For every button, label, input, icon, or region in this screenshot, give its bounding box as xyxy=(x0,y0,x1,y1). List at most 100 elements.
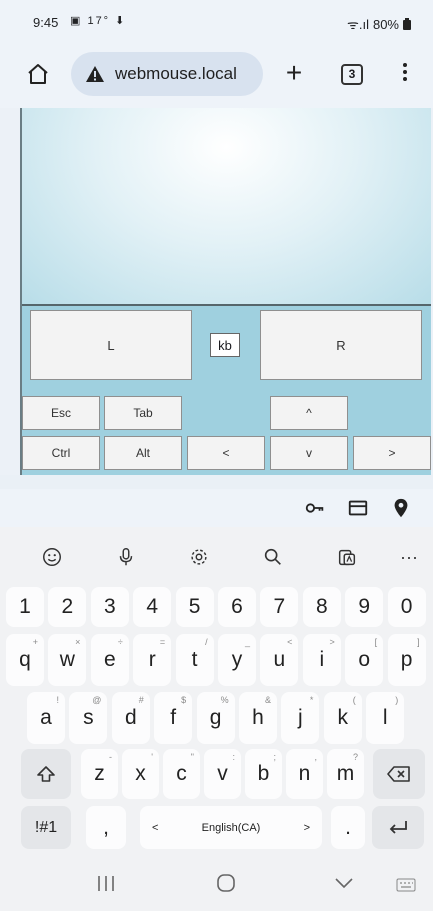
warning-icon[interactable] xyxy=(85,65,105,83)
key-label: o xyxy=(358,648,371,671)
home-nav-icon[interactable] xyxy=(216,873,236,893)
alt-key[interactable]: Alt xyxy=(104,436,182,470)
space-right-arrow: > xyxy=(303,821,310,834)
key-r[interactable]: r = xyxy=(133,634,172,686)
microphone-icon[interactable] xyxy=(113,544,139,570)
key-c[interactable]: c " xyxy=(163,749,200,799)
key-n[interactable]: n, xyxy=(286,749,323,799)
key-hint: _ xyxy=(244,637,250,647)
key-d[interactable]: d # xyxy=(111,692,150,744)
key-k[interactable]: k( xyxy=(323,692,362,744)
key-hint: ÷ xyxy=(117,637,123,647)
clipboard-translate-icon[interactable] xyxy=(334,544,360,570)
key-z[interactable]: z- xyxy=(81,749,118,799)
shift-key[interactable] xyxy=(21,749,71,799)
tab-key[interactable]: Tab xyxy=(104,396,182,430)
key-i[interactable]: i > xyxy=(302,634,341,686)
key-3[interactable]: 3 xyxy=(90,587,129,627)
key-p[interactable]: p] xyxy=(387,634,426,686)
more-options-icon[interactable]: ··· xyxy=(396,544,422,570)
key-8[interactable]: 8 xyxy=(302,587,341,627)
right-arrow-key[interactable]: > xyxy=(353,436,431,470)
key-icon[interactable] xyxy=(304,497,326,519)
notification-icons: ▣ 17° ⬇ xyxy=(70,15,127,27)
key-a[interactable]: a! xyxy=(27,692,65,744)
key-label: 3 xyxy=(103,595,116,618)
key-w[interactable]: w × xyxy=(48,634,87,686)
key-q[interactable]: q + xyxy=(6,634,44,686)
touchpad-area[interactable] xyxy=(22,108,431,306)
symbols-key[interactable]: !#1 xyxy=(21,806,71,849)
key-1[interactable]: 1 xyxy=(6,587,44,627)
key-7[interactable]: 7 xyxy=(260,587,299,627)
key-j[interactable]: j * xyxy=(281,692,320,744)
key-hint: ! xyxy=(56,695,59,705)
key-label: 2 xyxy=(61,595,74,618)
key-label: 7 xyxy=(273,595,286,618)
key-2[interactable]: 2 xyxy=(48,587,87,627)
backspace-key[interactable] xyxy=(373,749,425,799)
space-language-label: English(CA) xyxy=(201,821,261,834)
key-label: u xyxy=(273,648,286,671)
key-h[interactable]: h & xyxy=(239,692,277,744)
period-key[interactable]: . xyxy=(331,806,365,849)
key-label: n xyxy=(298,762,311,785)
key-y[interactable]: y _ xyxy=(218,634,256,686)
key-m[interactable]: m? xyxy=(327,749,364,799)
left-click-button[interactable]: L xyxy=(30,310,192,380)
key-b[interactable]: b; xyxy=(245,749,282,799)
emoji-icon[interactable] xyxy=(39,544,65,570)
key-hint: @ xyxy=(92,695,102,705)
key-0[interactable]: 0 xyxy=(387,587,426,627)
key-4[interactable]: 4 xyxy=(133,587,172,627)
card-icon[interactable] xyxy=(347,497,369,519)
autofill-bar xyxy=(0,489,433,527)
right-click-button[interactable]: R xyxy=(260,310,422,380)
settings-icon[interactable] xyxy=(186,544,212,570)
key-5[interactable]: 5 xyxy=(175,587,214,627)
up-arrow-key[interactable]: ^ xyxy=(270,396,348,430)
home-icon[interactable] xyxy=(26,62,50,86)
key-e[interactable]: e ÷ xyxy=(90,634,129,686)
key-hint: : xyxy=(232,752,235,762)
key-v[interactable]: v: xyxy=(204,749,241,799)
keyboard-switch-icon[interactable] xyxy=(396,878,416,892)
key-hint: [ xyxy=(374,637,378,647)
new-tab-button[interactable]: + xyxy=(279,56,309,90)
battery-level: 80% xyxy=(372,16,399,32)
comma-key[interactable]: , xyxy=(86,806,126,849)
down-arrow-key[interactable]: v xyxy=(270,436,348,470)
space-bar[interactable]: < English(CA) > xyxy=(140,806,322,849)
system-navigation-bar xyxy=(0,856,433,911)
key-x[interactable]: x ' xyxy=(122,749,159,799)
key-l[interactable]: l) xyxy=(366,692,405,744)
left-arrow-key[interactable]: < xyxy=(187,436,265,470)
address-bar[interactable]: webmouse.local xyxy=(71,52,263,96)
enter-key[interactable] xyxy=(372,806,424,849)
key-o[interactable]: o[ xyxy=(345,634,384,686)
esc-key[interactable]: Esc xyxy=(22,396,100,430)
ctrl-key[interactable]: Ctrl xyxy=(22,436,100,470)
key-f[interactable]: f $ xyxy=(154,692,193,744)
key-label: b xyxy=(257,762,270,785)
key-label: j xyxy=(298,706,303,729)
key-hint: ? xyxy=(352,752,358,762)
key-t[interactable]: t / xyxy=(175,634,214,686)
wifi-signal-icon: ᯤ.ıl xyxy=(346,17,369,32)
key-g[interactable]: g% xyxy=(196,692,235,744)
space-left-arrow: < xyxy=(152,821,159,834)
key-u[interactable]: u < xyxy=(260,634,299,686)
tab-switcher-button[interactable]: 3 xyxy=(341,64,363,85)
key-s[interactable]: s @ xyxy=(69,692,108,744)
search-icon[interactable] xyxy=(260,544,286,570)
keyboard-toggle-button[interactable]: kb xyxy=(210,333,240,357)
key-hint: # xyxy=(138,695,144,705)
key-label: t xyxy=(191,648,198,671)
key-9[interactable]: 9 xyxy=(345,587,384,627)
more-menu-icon[interactable] xyxy=(398,60,412,86)
recent-apps-icon[interactable] xyxy=(96,875,116,892)
location-pin-icon[interactable] xyxy=(390,497,412,519)
key-6[interactable]: 6 xyxy=(218,587,256,627)
back-chevron-icon[interactable] xyxy=(334,877,354,889)
key-hint: , xyxy=(314,752,317,762)
